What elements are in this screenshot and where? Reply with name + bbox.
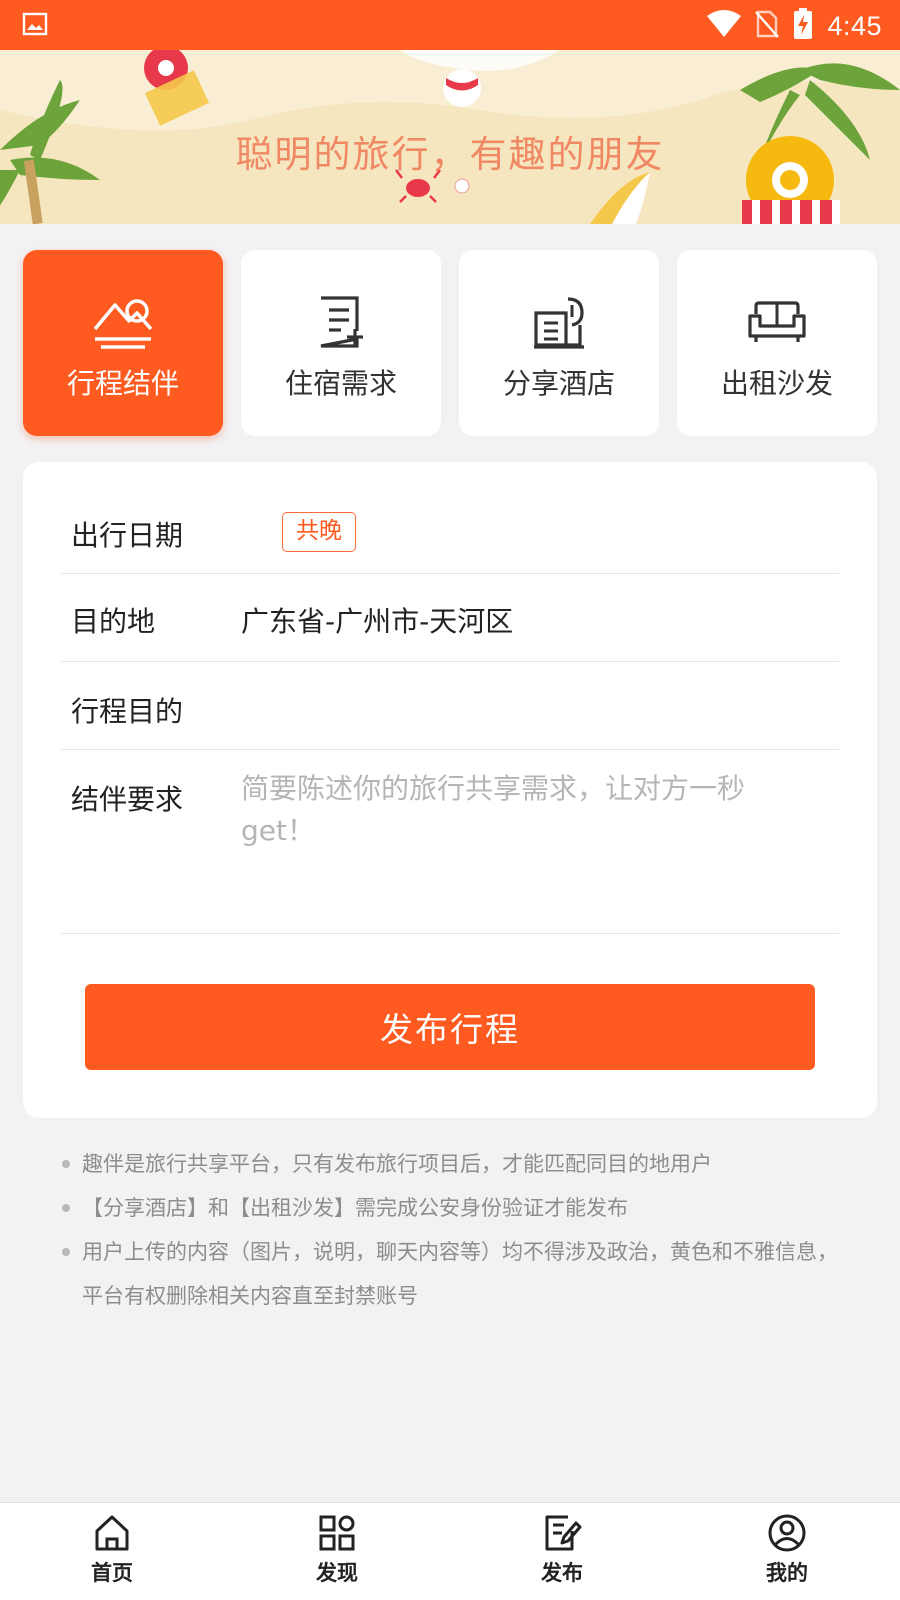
notice-item: 用户上传的内容（图片，说明，聊天内容等）均不得涉及政治，黄色和不雅信息，平台有权… [62, 1230, 842, 1318]
profile-icon [768, 1514, 806, 1552]
nav-label: 首页 [91, 1561, 133, 1585]
nights-badge[interactable]: 共晚 [282, 512, 356, 552]
requirement-label: 结伴要求 [71, 783, 184, 816]
publish-edit-icon [545, 1515, 582, 1551]
destination-value[interactable]: 广东省-广州市-天河区 [241, 600, 513, 640]
bullet-dot [62, 1248, 70, 1256]
nav-home[interactable]: 首页 [62, 1513, 162, 1587]
discover-grid-icon [319, 1515, 355, 1551]
image-notification-icon [22, 12, 48, 40]
category-rent-sofa[interactable]: 出租沙发 [677, 250, 877, 436]
hotel-building-icon [532, 294, 586, 350]
notice-item: 趣伴是旅行共享平台，只有发布旅行项目后，才能匹配同目的地用户 [62, 1142, 842, 1186]
category-label: 分享酒店 [502, 367, 615, 400]
requirement-input[interactable] [241, 768, 771, 898]
destination-label: 目的地 [71, 605, 156, 638]
bullet-dot [62, 1160, 70, 1168]
sofa-icon [746, 294, 808, 350]
category-travel-companion[interactable]: 行程结伴 [23, 250, 223, 436]
wifi-icon [707, 10, 742, 42]
requirement-row: 结伴要求 [61, 750, 839, 934]
notice-item: 【分享酒店】和【出租沙发】需完成公安身份验证才能发布 [62, 1186, 842, 1230]
nav-discover[interactable]: 发现 [287, 1513, 387, 1587]
battery-charging-icon [793, 8, 813, 44]
status-bar: 4:45 [0, 0, 900, 50]
purpose-label: 行程目的 [71, 695, 184, 728]
publish-button[interactable]: 发布行程 [85, 984, 815, 1070]
bottom-navigation: 首页 发现 发布 我的 [0, 1502, 900, 1600]
document-add-icon [317, 294, 365, 350]
nav-publish[interactable]: 发布 [512, 1513, 612, 1587]
date-row[interactable]: 出行日期 共晚 [61, 462, 839, 574]
category-accommodation[interactable]: 住宿需求 [241, 250, 441, 436]
notice-list: 趣伴是旅行共享平台，只有发布旅行项目后，才能匹配同目的地用户 【分享酒店】和【出… [62, 1142, 842, 1318]
nav-mine[interactable]: 我的 [737, 1513, 837, 1587]
nav-label: 发布 [541, 1561, 583, 1585]
nav-label: 我的 [766, 1561, 808, 1585]
home-icon [95, 1515, 129, 1551]
date-label: 出行日期 [71, 519, 184, 552]
category-share-hotel[interactable]: 分享酒店 [459, 250, 659, 436]
category-label: 住宿需求 [284, 367, 397, 400]
nav-label: 发现 [316, 1561, 358, 1585]
category-label: 出租沙发 [720, 367, 833, 400]
destination-row[interactable]: 目的地 广东省-广州市-天河区 [61, 574, 839, 662]
bullet-dot [62, 1204, 70, 1212]
category-label: 行程结伴 [66, 367, 179, 400]
banner-slogan: 聪明的旅行，有趣的朋友 [235, 133, 665, 176]
no-sim-icon [755, 9, 780, 43]
itinerary-form: 出行日期 共晚 目的地 广东省-广州市-天河区 行程目的 结伴要求 发布行程 [23, 462, 877, 1118]
mountain-icon [91, 294, 155, 350]
purpose-row[interactable]: 行程目的 [61, 662, 839, 750]
clock: 4:45 [827, 10, 882, 41]
banner[interactable]: 聪明的旅行，有趣的朋友 [0, 50, 900, 224]
